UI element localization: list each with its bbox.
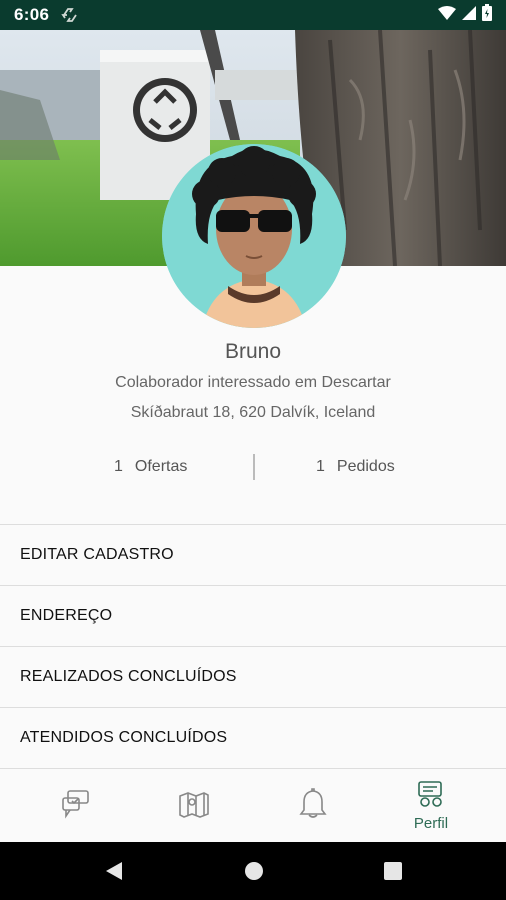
back-icon[interactable] (102, 860, 124, 887)
status-bar: 6:06 (0, 0, 506, 30)
signal-icon (462, 5, 476, 25)
profile-icon (415, 780, 447, 813)
profile-menu: EDITAR CADASTRO ENDEREÇO REALIZADOS CONC… (0, 524, 506, 769)
wifi-icon (438, 5, 456, 25)
menu-item-edit-profile[interactable]: EDITAR CADASTRO (0, 525, 506, 586)
nav-item-notifications[interactable] (250, 769, 376, 843)
orders-label: Pedidos (336, 458, 395, 475)
battery-icon (482, 4, 492, 26)
profile-role: Colaborador interessado em Descartar (115, 374, 391, 391)
recycle-notification-icon (61, 6, 79, 24)
profile-name: Bruno (224, 340, 282, 363)
android-navigation-bar (0, 842, 506, 900)
map-icon (178, 790, 210, 823)
menu-item-completed-done[interactable]: REALIZADOS CONCLUÍDOS (0, 647, 506, 708)
menu-item-address[interactable]: ENDEREÇO (0, 586, 506, 647)
stats-divider (253, 454, 255, 480)
nav-label-profile: Perfil (413, 815, 449, 832)
bottom-nav: Perfil (0, 768, 506, 842)
offers-stat[interactable]: 1 Ofertas (114, 452, 187, 482)
offers-count: 1 (114, 458, 123, 475)
profile-address: Skíðabraut 18, 620 Dalvík, Iceland (130, 404, 376, 421)
offers-label: Ofertas (134, 458, 188, 475)
avatar[interactable] (162, 144, 346, 328)
offers-icon (60, 789, 92, 824)
orders-stat[interactable]: 1 Pedidos (316, 452, 395, 482)
nav-item-profile[interactable]: Perfil (368, 769, 494, 843)
menu-item-attended-done[interactable]: ATENDIDOS CONCLUÍDOS (0, 708, 506, 769)
profile-stats: 1 Ofertas 1 Pedidos (0, 452, 506, 482)
nav-item-offers[interactable] (13, 769, 139, 843)
nav-item-map[interactable] (131, 769, 257, 843)
orders-count: 1 (316, 458, 325, 475)
bell-icon (298, 787, 328, 825)
status-time: 6:06 (14, 5, 50, 24)
home-icon[interactable] (244, 861, 264, 886)
recents-icon[interactable] (384, 862, 402, 885)
